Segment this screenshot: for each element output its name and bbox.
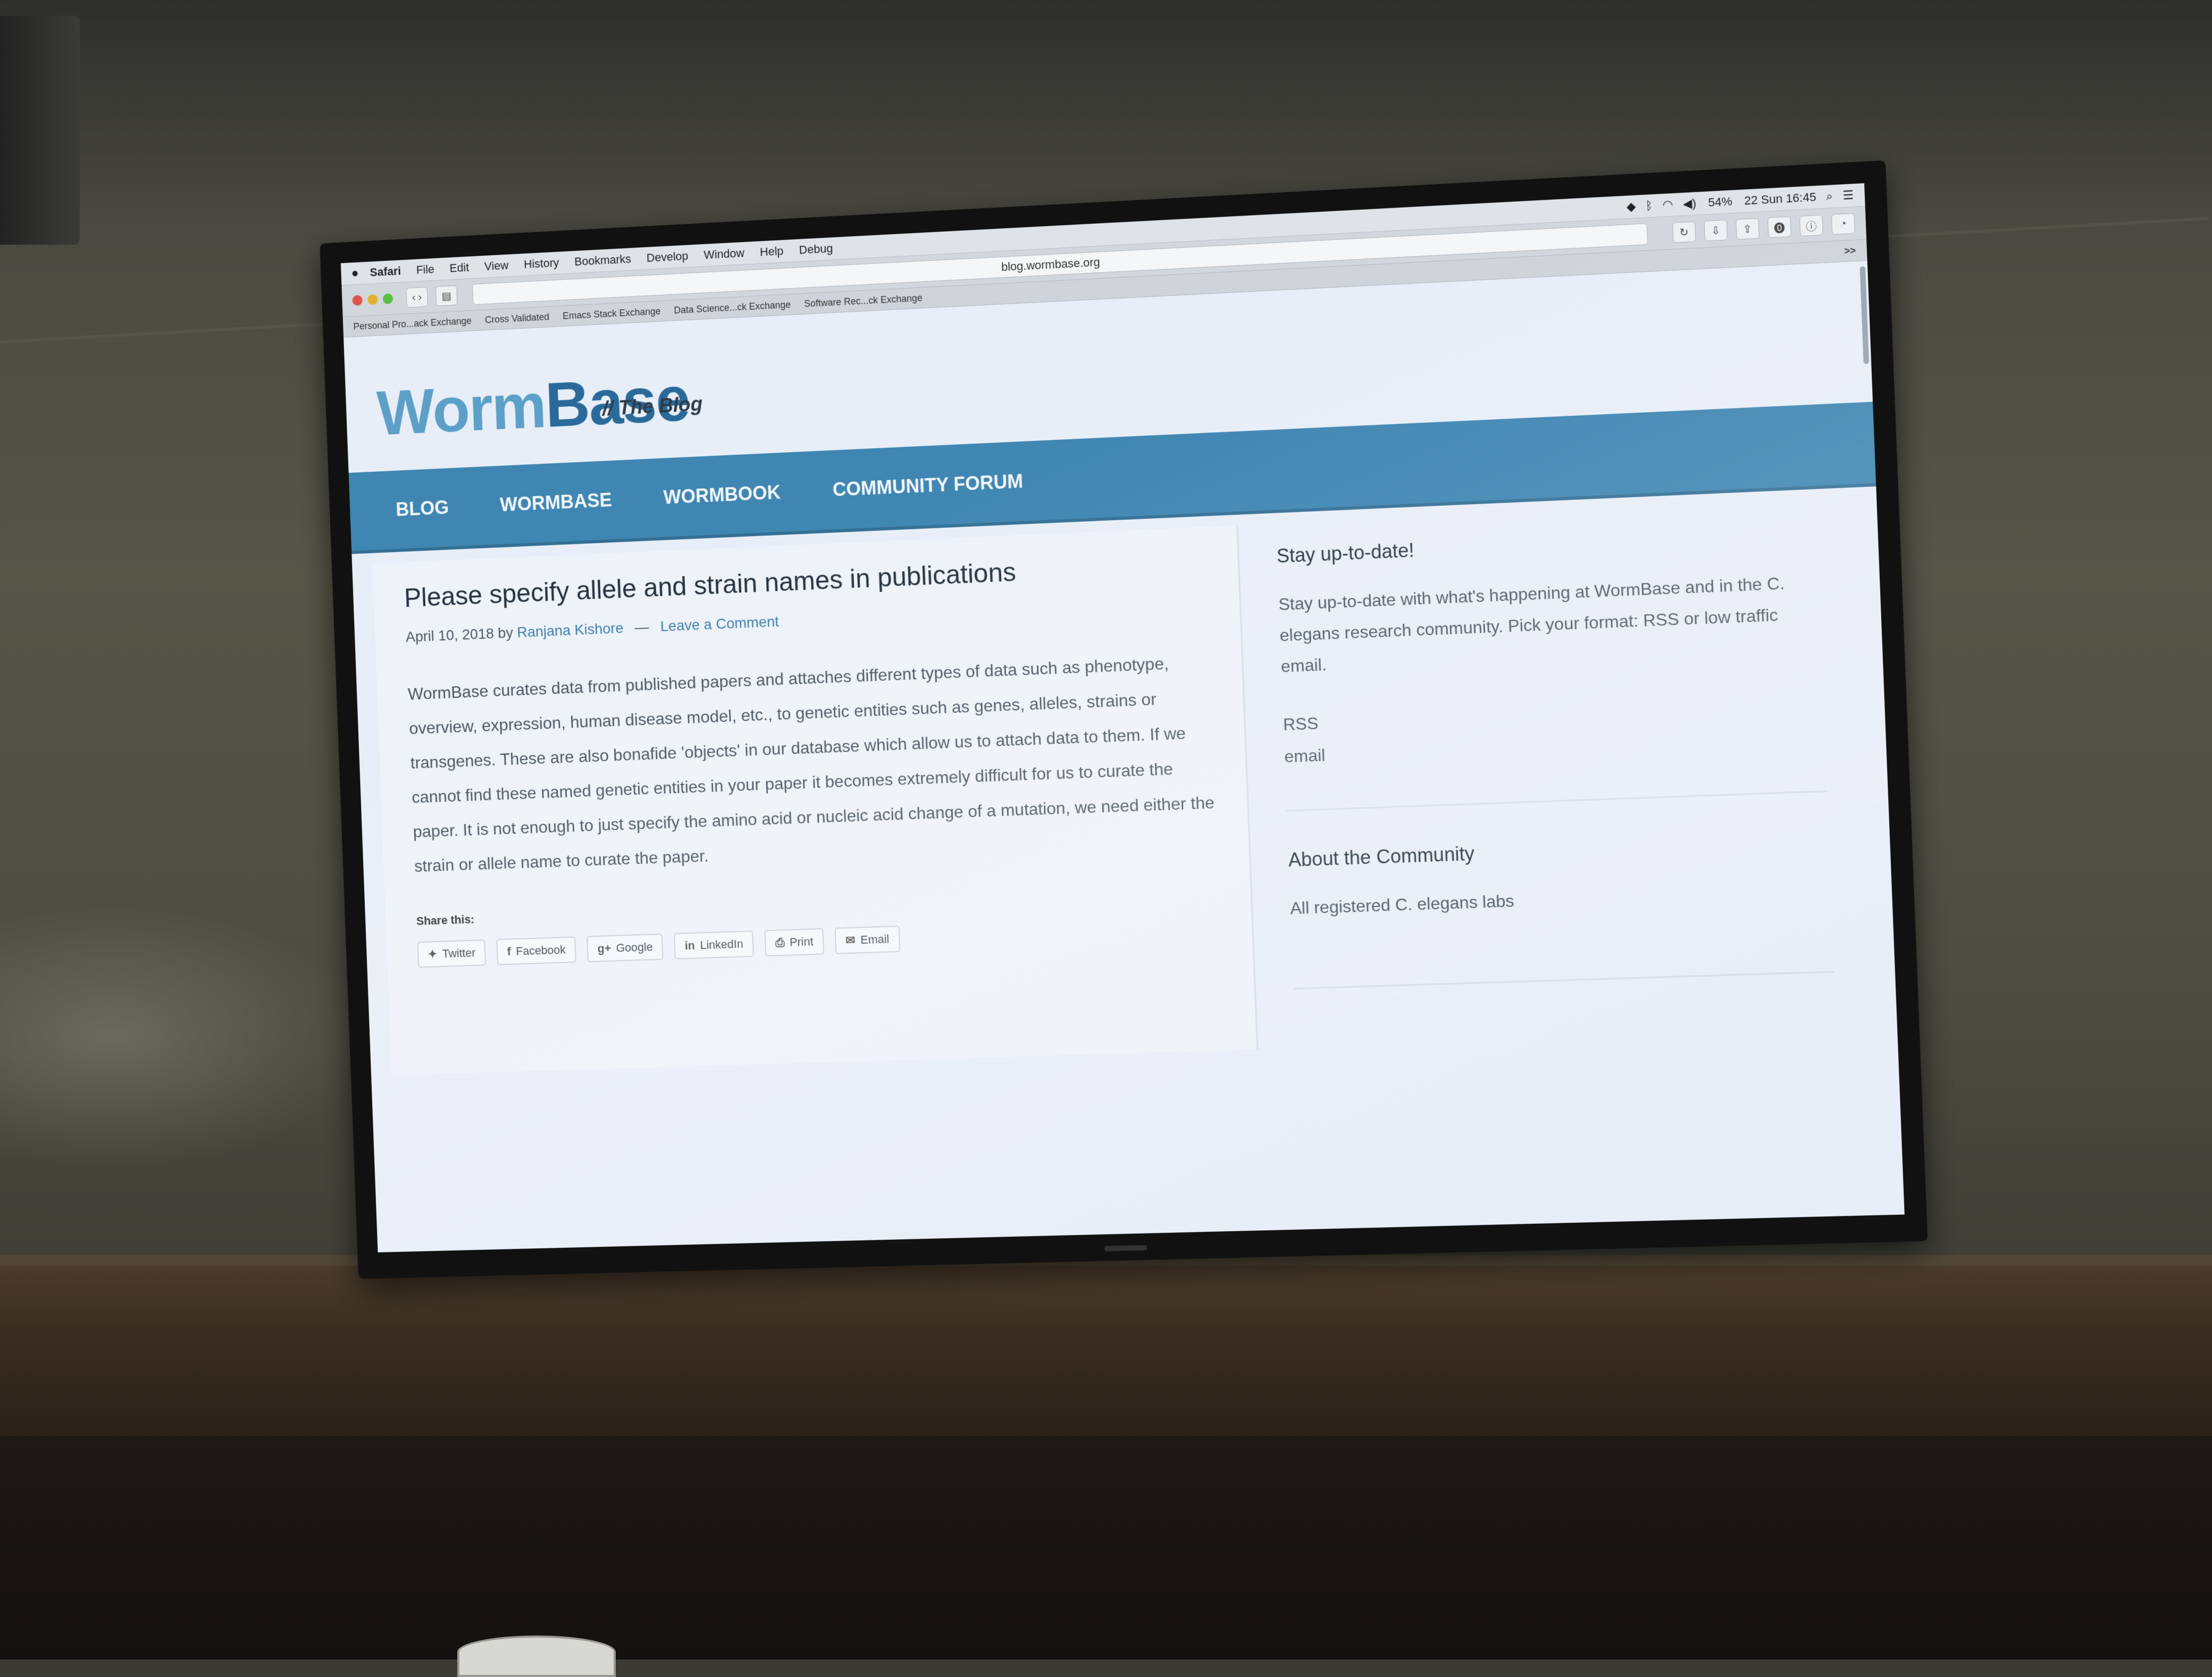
menu-item-help[interactable]: Help bbox=[760, 244, 784, 259]
foreground-shadow bbox=[0, 1436, 2212, 1659]
badge-extension-icon[interactable]: ◔ bbox=[1831, 213, 1855, 235]
download-icon[interactable]: ⇩ bbox=[1704, 220, 1728, 241]
info-icon[interactable]: ⓘ bbox=[1799, 215, 1823, 237]
bluetooth-icon[interactable]: ᛒ bbox=[1645, 198, 1653, 213]
wall-glare bbox=[0, 904, 372, 1170]
widget-title: About the Community bbox=[1288, 830, 1830, 871]
menu-item-develop[interactable]: Develop bbox=[646, 249, 688, 265]
widget-title: Stay up-to-date! bbox=[1276, 522, 1817, 568]
menu-item-file[interactable]: File bbox=[416, 262, 434, 277]
favorites-overflow-button[interactable]: >> bbox=[1844, 245, 1856, 257]
widget-text: All registered C. elegans labs bbox=[1289, 874, 1832, 924]
menu-item-history[interactable]: History bbox=[524, 256, 559, 271]
share-google-button[interactable]: g+ Google bbox=[586, 933, 664, 962]
about-community-widget: About the Community All registered C. el… bbox=[1288, 830, 1834, 989]
share-button-label: Twitter bbox=[442, 946, 475, 961]
wall-speaker bbox=[0, 16, 80, 245]
nav-item-wormbook[interactable]: WORMBOOK bbox=[663, 481, 781, 509]
favorite-item[interactable]: Software Rec...ck Exchange bbox=[804, 292, 923, 309]
favorite-item[interactable]: Cross Validated bbox=[484, 311, 549, 326]
clock[interactable]: 22 Sun 16:45 bbox=[1744, 190, 1816, 208]
sidebar-toggle-icon[interactable]: ▤ bbox=[435, 285, 458, 306]
logo-text-worm: Worm bbox=[375, 370, 547, 448]
share-twitter-button[interactable]: ✦ Twitter bbox=[417, 939, 486, 967]
cup bbox=[457, 1636, 616, 1677]
tv-bezel: ● Safari File Edit View History Bookmark… bbox=[320, 160, 1928, 1279]
printer-icon: ⎙ bbox=[775, 936, 785, 949]
apple-icon[interactable]: ● bbox=[351, 266, 359, 281]
menu-app-name[interactable]: Safari bbox=[370, 264, 401, 280]
post-date: April 10, 2018 bbox=[405, 625, 494, 645]
share-email-button[interactable]: ✉ Email bbox=[835, 925, 900, 954]
spotlight-icon[interactable]: ⌕ bbox=[1826, 189, 1833, 204]
menu-item-window[interactable]: Window bbox=[703, 246, 744, 262]
facebook-icon: f bbox=[507, 945, 511, 958]
share-button-label: Email bbox=[860, 932, 890, 947]
menu-item-view[interactable]: View bbox=[484, 258, 508, 273]
dropbox-icon[interactable]: ◆ bbox=[1626, 199, 1636, 214]
share-button-label: Facebook bbox=[516, 943, 566, 958]
share-print-button[interactable]: ⎙ Print bbox=[765, 928, 824, 956]
linkedin-icon: in bbox=[684, 939, 695, 953]
google-plus-icon: g+ bbox=[597, 941, 611, 955]
widget-text: Stay up-to-date with what's happening at… bbox=[1278, 566, 1822, 682]
zoom-window-button[interactable] bbox=[383, 294, 393, 305]
sidebar: Stay up-to-date! Stay up-to-date with wh… bbox=[1238, 498, 1875, 1049]
minimize-window-button[interactable] bbox=[367, 294, 378, 305]
share-button-label: Print bbox=[790, 935, 814, 949]
notification-icon[interactable]: ☰ bbox=[1842, 188, 1854, 203]
post-body: WormBase curates data from published pap… bbox=[407, 644, 1217, 883]
nav-item-blog[interactable]: BLOG bbox=[396, 496, 449, 521]
close-window-button[interactable] bbox=[352, 295, 363, 306]
share-button-label: LinkedIn bbox=[700, 937, 743, 952]
favorite-item[interactable]: Data Science...ck Exchange bbox=[674, 299, 791, 316]
wifi-icon[interactable]: ◠ bbox=[1662, 197, 1673, 212]
tv-screen: ● Safari File Edit View History Bookmark… bbox=[341, 183, 1905, 1252]
leave-comment-link[interactable]: Leave a Comment bbox=[660, 613, 779, 635]
share-linkedin-button[interactable]: in LinkedIn bbox=[674, 930, 754, 959]
post-by: by bbox=[498, 624, 514, 641]
share-facebook-button[interactable]: f Facebook bbox=[497, 937, 576, 965]
menu-item-edit[interactable]: Edit bbox=[449, 261, 469, 275]
stay-up-to-date-widget: Stay up-to-date! Stay up-to-date with wh… bbox=[1276, 522, 1827, 812]
menu-item-bookmarks[interactable]: Bookmarks bbox=[574, 252, 632, 269]
site-tagline: // The Blog bbox=[602, 393, 703, 420]
post-author-link[interactable]: Ranjana Kishore bbox=[517, 620, 624, 640]
nav-item-community-forum[interactable]: COMMUNITY FORUM bbox=[832, 470, 1024, 501]
wooden-ledge bbox=[0, 1266, 2212, 1436]
reload-icon[interactable]: ↻ bbox=[1672, 221, 1696, 243]
content-area: Please specify allele and strain names i… bbox=[351, 486, 1897, 1075]
tv-logo bbox=[1104, 1245, 1147, 1252]
volume-icon[interactable]: ◀) bbox=[1682, 196, 1696, 211]
favorite-item[interactable]: Emacs Stack Exchange bbox=[563, 306, 661, 322]
share-button-label: Google bbox=[616, 940, 653, 955]
battery-percent: 54% bbox=[1708, 195, 1732, 210]
web-page: WormBase // The Blog BLOG WORMBASE WORMB… bbox=[343, 261, 1905, 1252]
extension-icon[interactable]: ⓿ bbox=[1767, 216, 1791, 238]
meta-separator: — bbox=[634, 619, 649, 636]
envelope-icon: ✉ bbox=[845, 933, 856, 947]
share-icon[interactable]: ⇪ bbox=[1736, 218, 1759, 240]
favorite-item[interactable]: Personal Pro...ack Exchange bbox=[353, 315, 472, 332]
post-article: Please specify allele and strain names i… bbox=[372, 525, 1258, 1075]
menu-item-debug[interactable]: Debug bbox=[799, 241, 833, 257]
nav-item-wormbase[interactable]: WORMBASE bbox=[499, 489, 612, 516]
back-forward-button[interactable]: ‹ › bbox=[406, 287, 428, 307]
twitter-icon: ✦ bbox=[428, 947, 438, 961]
